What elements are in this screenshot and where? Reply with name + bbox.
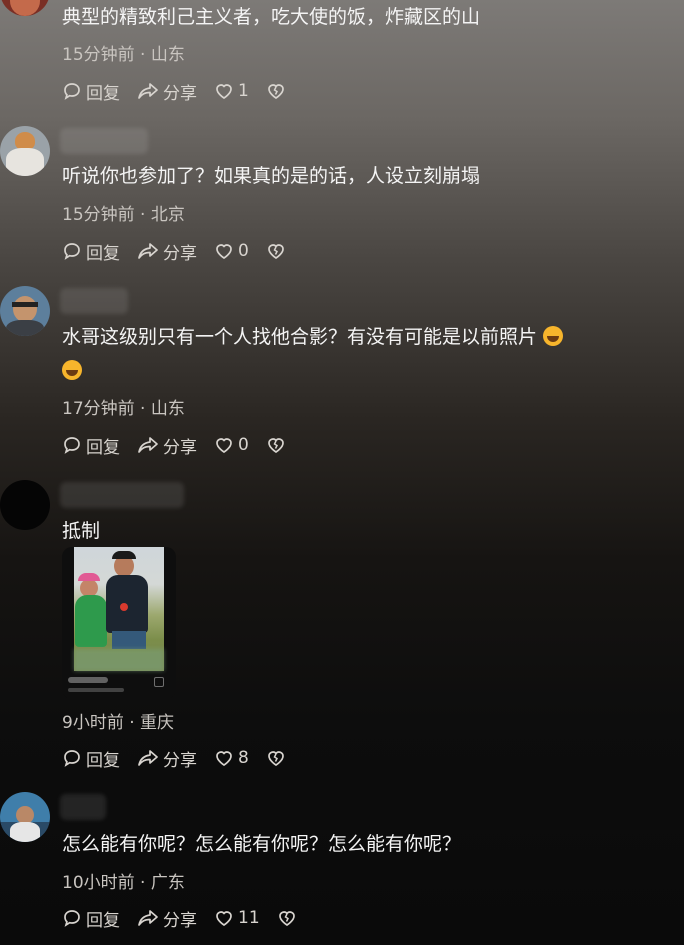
avatar[interactable] xyxy=(0,286,50,336)
share-icon xyxy=(138,437,158,453)
share-label: 分享 xyxy=(163,750,197,771)
username-blurred[interactable] xyxy=(60,482,184,508)
meta-separator: · xyxy=(140,205,151,225)
comment-location: 北京 xyxy=(150,205,185,225)
comment-actions: 回复 分享 1 xyxy=(62,79,307,104)
broken-heart-icon xyxy=(267,438,284,453)
heart-icon xyxy=(216,84,232,99)
like-count: 0 xyxy=(238,241,249,261)
reply-icon xyxy=(64,437,80,454)
comment-text: 怎么能有你呢？怎么能有你呢？怎么能有你呢？ xyxy=(62,833,462,855)
comment-time: 10小时前 xyxy=(62,873,135,893)
like-button[interactable]: 8 xyxy=(214,748,249,768)
share-button[interactable]: 分享 xyxy=(137,239,197,264)
like-count: 1 xyxy=(238,81,249,101)
comment-location: 重庆 xyxy=(140,713,175,733)
share-icon xyxy=(138,83,158,99)
share-label: 分享 xyxy=(163,910,197,931)
share-button[interactable]: 分享 xyxy=(137,906,197,931)
heart-icon xyxy=(216,911,232,926)
share-button[interactable]: 分享 xyxy=(137,79,197,104)
reply-label: 回复 xyxy=(86,437,120,458)
avatar[interactable] xyxy=(0,126,50,176)
reply-label: 回复 xyxy=(86,83,120,104)
broken-heart-icon xyxy=(267,751,284,766)
share-button[interactable]: 分享 xyxy=(137,746,197,771)
share-icon xyxy=(138,243,158,259)
dislike-button[interactable] xyxy=(277,908,301,928)
comment-meta: 17分钟前 · 山东 xyxy=(62,394,185,419)
reply-button[interactable]: 回复 xyxy=(62,433,120,458)
reply-button[interactable]: 回复 xyxy=(62,906,120,931)
like-count: 8 xyxy=(238,748,249,768)
comment-time: 9小时前 xyxy=(62,713,124,733)
comment-meta: 10小时前 · 广东 xyxy=(62,868,185,893)
comment-text: 听说你也参加了？如果真的是的话，人设立刻崩塌 xyxy=(62,165,481,187)
dislike-button[interactable] xyxy=(266,435,290,455)
dislike-button[interactable] xyxy=(266,241,290,261)
heart-icon xyxy=(216,751,232,766)
comment-actions: 回复 分享 0 xyxy=(62,239,307,264)
broken-heart-icon xyxy=(278,911,295,926)
reply-button[interactable]: 回复 xyxy=(62,746,120,771)
reply-icon xyxy=(64,83,80,100)
comment-location: 山东 xyxy=(150,45,185,65)
avatar[interactable] xyxy=(0,792,50,842)
comment-actions: 回复 分享 0 xyxy=(62,433,307,458)
like-count: 11 xyxy=(238,908,260,928)
heart-icon xyxy=(216,244,232,259)
laughing-crying-emoji-icon xyxy=(543,326,564,346)
comment-time: 15分钟前 xyxy=(62,45,135,65)
reply-icon xyxy=(64,910,80,927)
laughing-crying-emoji-icon xyxy=(62,360,82,380)
comment-time: 17分钟前 xyxy=(62,399,135,419)
comment-text: 水哥这级别只有一个人找他合影？有没有可能是以前照片 xyxy=(62,320,654,388)
comment-text: 抵制 xyxy=(62,520,101,542)
username-blurred[interactable] xyxy=(60,794,106,820)
reply-label: 回复 xyxy=(86,243,120,264)
avatar[interactable] xyxy=(0,480,50,530)
comment-actions: 回复 分享 8 xyxy=(62,746,307,771)
broken-heart-icon xyxy=(267,84,284,99)
username-blurred[interactable] xyxy=(60,288,128,314)
share-label: 分享 xyxy=(163,83,197,104)
username-blurred[interactable] xyxy=(60,128,148,154)
meta-separator: · xyxy=(140,399,151,419)
comment-location: 广东 xyxy=(150,873,185,893)
comment-meta: 15分钟前 · 山东 xyxy=(62,40,185,65)
like-count: 0 xyxy=(238,435,249,455)
share-icon xyxy=(138,910,158,926)
comment-image[interactable] xyxy=(62,547,176,699)
comment-time: 15分钟前 xyxy=(62,205,135,225)
share-label: 分享 xyxy=(163,437,197,458)
reply-icon xyxy=(64,750,80,767)
comment-location: 山东 xyxy=(150,399,185,419)
meta-separator: · xyxy=(129,713,141,733)
share-icon xyxy=(138,750,158,766)
reply-button[interactable]: 回复 xyxy=(62,79,120,104)
reply-label: 回复 xyxy=(86,910,120,931)
meta-separator: · xyxy=(140,45,151,65)
heart-icon xyxy=(216,438,232,453)
dislike-button[interactable] xyxy=(266,748,290,768)
like-button[interactable]: 0 xyxy=(214,241,249,261)
comment-text: 典型的精致利己主义者，吃大使的饭，炸藏区的山 xyxy=(62,6,481,28)
like-button[interactable]: 0 xyxy=(214,435,249,455)
dislike-button[interactable] xyxy=(266,81,290,101)
comment-meta: 9小时前 · 重庆 xyxy=(62,708,174,733)
avatar[interactable] xyxy=(0,0,50,16)
reply-icon xyxy=(64,243,80,260)
share-button[interactable]: 分享 xyxy=(137,433,197,458)
comment-meta: 15分钟前 · 北京 xyxy=(62,200,185,225)
comment-actions: 回复 分享 11 xyxy=(62,906,318,931)
share-label: 分享 xyxy=(163,243,197,264)
like-button[interactable]: 11 xyxy=(214,908,260,928)
reply-button[interactable]: 回复 xyxy=(62,239,120,264)
comment-text-content: 水哥这级别只有一个人找他合影？有没有可能是以前照片 xyxy=(62,326,538,348)
reply-label: 回复 xyxy=(86,750,120,771)
broken-heart-icon xyxy=(267,244,284,259)
meta-separator: · xyxy=(140,873,151,893)
like-button[interactable]: 1 xyxy=(214,81,249,101)
